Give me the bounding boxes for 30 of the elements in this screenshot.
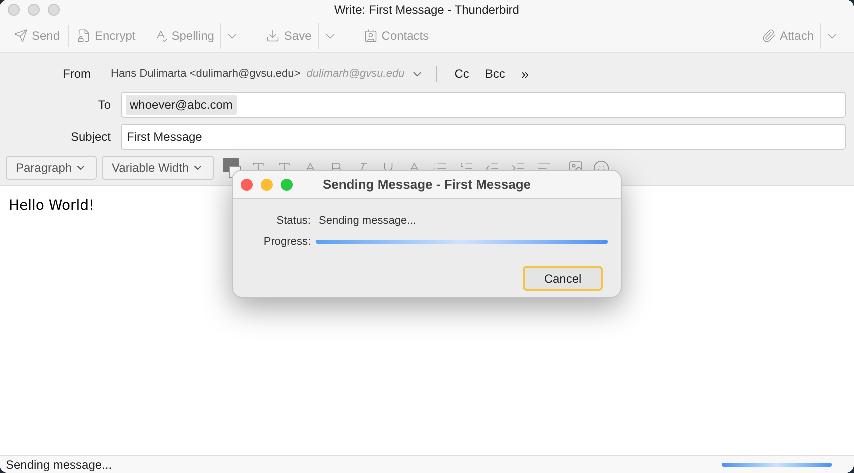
cc-button[interactable]: Cc	[448, 65, 476, 83]
contact-card-icon	[364, 29, 378, 43]
status-label: Status:	[276, 214, 311, 229]
font-dropdown[interactable]: Variable Width	[102, 156, 214, 180]
window-control-icon[interactable]	[281, 178, 293, 190]
from-dropdown[interactable]: Hans Dulimarta <dulimarh@gvsu.edu> dulimarh@gvsu.edu	[111, 66, 424, 82]
paperclip-icon	[762, 29, 776, 43]
window-control-icon[interactable]	[48, 4, 60, 16]
field-label: Subject	[70, 129, 112, 146]
lock-icon	[77, 29, 92, 43]
window-title: Write: First Message - Thunderbird	[334, 2, 520, 19]
to-field[interactable]: whoever@abc.com	[121, 92, 846, 118]
recipient-pill[interactable]: whoever@abc.com	[126, 95, 237, 115]
progress-label: Progress:	[262, 234, 311, 250]
download-icon	[266, 29, 280, 43]
send-icon	[14, 29, 28, 43]
field-label: To	[97, 97, 112, 114]
window-control-icon[interactable]	[261, 178, 273, 190]
window-control-icon[interactable]	[241, 178, 253, 190]
status-text: Sending message...	[6, 456, 112, 473]
bcc-button[interactable]: Bcc	[475, 65, 516, 83]
paragraph-dropdown[interactable]: Paragraph	[6, 156, 98, 180]
window-control-icon[interactable]	[8, 4, 20, 16]
more-button[interactable]: »	[515, 64, 536, 84]
subject-field[interactable]: First Message	[121, 124, 846, 150]
window-control-icon[interactable]	[28, 4, 40, 16]
dialog-title: Sending Message - First Message	[322, 176, 532, 194]
cancel-button[interactable]: Cancel	[523, 266, 603, 291]
status-value: Sending message...	[319, 214, 416, 229]
field-label: From	[62, 66, 92, 83]
